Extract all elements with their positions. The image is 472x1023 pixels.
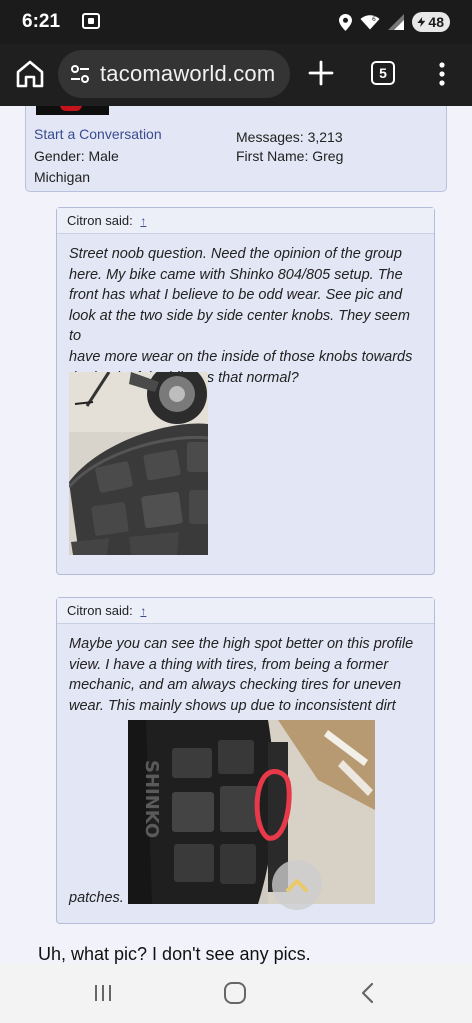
back-icon[interactable] (358, 982, 378, 1004)
start-conversation-link[interactable]: Start a Conversation (34, 126, 162, 142)
page-content[interactable]: Start a Conversation Gender: Male Michig… (0, 106, 472, 964)
status-icons: 6 48 (339, 11, 450, 33)
tire-photo-front[interactable] (69, 372, 208, 555)
quote-block: Citron said: ↑ Street noob question. Nee… (56, 207, 435, 575)
quote-line: wear. This mainly shows up due to incons… (69, 697, 396, 714)
quote-block: Citron said: ↑ Maybe you can see the hig… (56, 597, 435, 924)
reply-text: Uh, what pic? I don't see any pics. (38, 944, 311, 964)
user-profile-card: Start a Conversation Gender: Male Michig… (25, 106, 447, 192)
profile-gender: Gender: Male (34, 148, 119, 164)
recent-apps-icon[interactable] (93, 983, 113, 1003)
avatar[interactable] (36, 106, 109, 115)
wifi-icon: 6 (360, 15, 380, 30)
quote-header: Citron said: ↑ (57, 598, 434, 624)
system-nav-bar (0, 964, 472, 1023)
quote-trailing-text: patches. (69, 890, 124, 906)
quote-author: Citron said: (67, 213, 133, 228)
battery-indicator: 48 (412, 12, 450, 32)
home-circle-icon[interactable] (224, 982, 246, 1004)
screen-record-icon (82, 13, 100, 29)
svg-text:6: 6 (372, 16, 376, 23)
quote-header: Citron said: ↑ (57, 208, 434, 234)
quote-text: Street noob question. Need the opinion o… (57, 234, 434, 388)
location-icon (339, 13, 353, 31)
address-bar[interactable]: tacomaworld.com (58, 50, 290, 98)
tire-photo-profile[interactable]: SHINKO (128, 720, 375, 904)
quote-line: have more wear on the inside of those kn… (69, 348, 413, 365)
profile-location: Michigan (34, 169, 91, 185)
url-text[interactable]: tacomaworld.com (100, 61, 275, 87)
new-tab-icon[interactable] (306, 58, 336, 88)
profile-messages: Messages: 3,213 (236, 129, 343, 145)
quote-line: front has what I believe to be odd wear.… (69, 287, 403, 304)
quote-line: look at the two side by side center knob… (69, 307, 410, 345)
scroll-to-top-button[interactable] (272, 860, 322, 910)
svg-text:SHINKO: SHINKO (141, 760, 162, 838)
quote-line: Street noob question. Need the opinion o… (69, 246, 402, 262)
jump-to-post-link[interactable]: ↑ (140, 604, 146, 618)
home-icon[interactable] (14, 58, 46, 90)
site-settings-icon[interactable] (70, 64, 90, 84)
menu-icon[interactable] (433, 60, 451, 88)
status-time: 6:21 (22, 11, 61, 32)
browser-toolbar: tacomaworld.com 5 (0, 44, 472, 106)
quote-line: mechanic, and am always checking tires f… (69, 677, 402, 694)
quote-text: Maybe you can see the high spot better o… (57, 624, 434, 716)
quote-line: here. My bike came with Shinko 804/805 s… (69, 266, 403, 283)
signal-icon (388, 14, 405, 30)
jump-to-post-link[interactable]: ↑ (140, 214, 146, 228)
status-bar: 6:21 6 48 (0, 0, 472, 44)
quote-line: view. I have a thing with tires, from be… (69, 656, 389, 673)
tab-switcher-button[interactable]: 5 (371, 61, 395, 85)
quote-author: Citron said: (67, 603, 133, 618)
profile-first-name: First Name: Greg (236, 148, 344, 164)
quote-line: Maybe you can see the high spot better o… (69, 636, 414, 652)
chevron-up-icon (286, 879, 308, 892)
